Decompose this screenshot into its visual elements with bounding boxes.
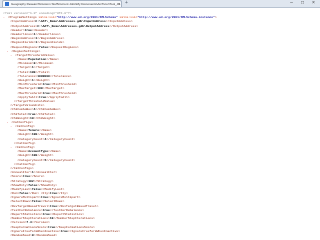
document-icon <box>5 2 9 6</box>
window-controls: – □ × <box>288 1 317 6</box>
browser-tab[interactable]: Geography Research\Custom Stuff\Current … <box>2 0 122 7</box>
minimize-button[interactable]: – <box>288 1 295 6</box>
xml-document-view: <?xml version="1.0" encoding="UTF-8"?> - … <box>3 12 317 237</box>
xml-line: <RandomSeed>0</RandomSeed> <box>10 233 58 237</box>
tab-title: Geography Research\Custom Stuff\Current … <box>11 2 121 6</box>
browser-tab-bar: Geography Research\Custom Stuff\Current … <box>0 0 320 8</box>
new-tab-button[interactable]: + <box>124 1 129 6</box>
close-window-button[interactable]: × <box>310 1 317 6</box>
tab-close-icon[interactable]: × <box>118 1 120 7</box>
maximize-button[interactable]: □ <box>299 1 306 6</box>
